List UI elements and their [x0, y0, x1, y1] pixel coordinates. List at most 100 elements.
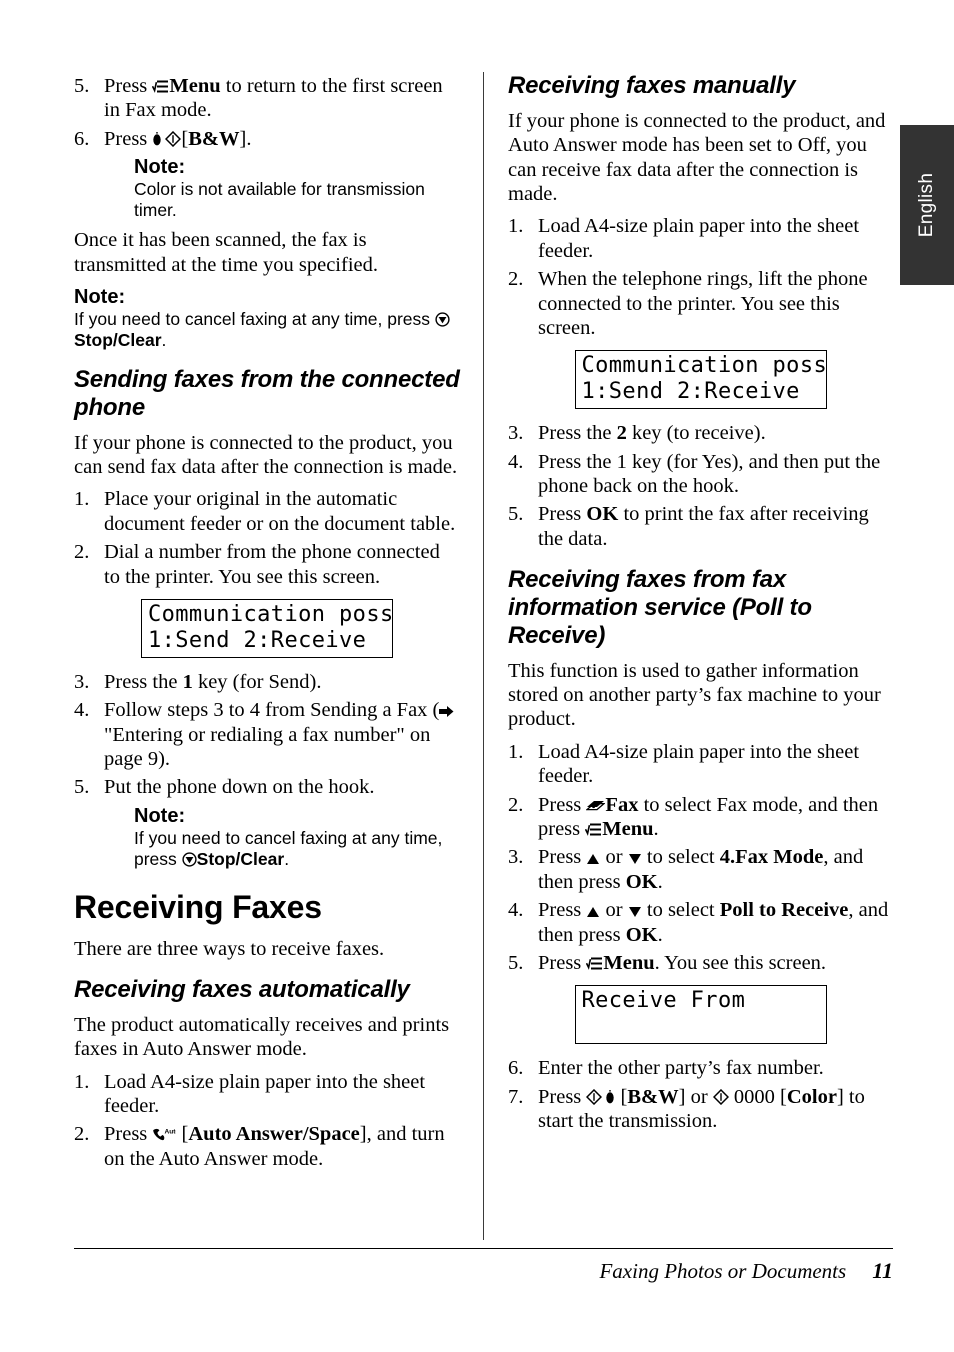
- list-item: 6. Enter the other party’s fax number.: [508, 1056, 893, 1080]
- note-body: Color is not available for transmission …: [134, 179, 425, 221]
- step-number: 4.: [508, 450, 524, 473]
- note-block: Note: Color is not available for transmi…: [134, 155, 460, 221]
- menu-icon: [152, 80, 169, 94]
- list-item: 4. Press the 1 key (for Yes), and then p…: [508, 450, 893, 499]
- step-number: 4.: [508, 899, 524, 922]
- step-number: 5.: [508, 503, 524, 526]
- step-number: 1.: [74, 1070, 90, 1093]
- note-body: If you need to cancel faxing at any time…: [74, 309, 460, 351]
- menu-icon: [585, 823, 602, 837]
- step-number: 2.: [74, 1123, 90, 1146]
- stop-clear-icon: [182, 852, 197, 867]
- arrow-right-icon: [439, 705, 454, 718]
- step-number: 5.: [74, 776, 90, 799]
- right-column: Receiving faxes manually If your phone i…: [508, 72, 893, 1139]
- step-text: Press Fax to select Fax mode, and then p…: [538, 793, 879, 841]
- step-text: Press or to select Poll to Receive, and …: [538, 899, 889, 946]
- language-tab-label: English: [916, 172, 937, 238]
- step-bold: Menu: [603, 951, 655, 974]
- step-bold: Poll to Receive: [719, 899, 849, 922]
- list-item: 5. Press Menu. You see this screen.: [508, 951, 893, 975]
- step-number: 6.: [508, 1057, 524, 1080]
- list-item: 4. Press or to select Poll to Receive, a…: [508, 898, 893, 947]
- stop-clear-icon: [435, 312, 450, 327]
- lcd-line-2: 1:Send 2:Receive: [581, 379, 800, 405]
- note-block: Note: If you need to cancel faxing at an…: [134, 804, 460, 870]
- steps-list-sending-connected: 1. Place your original in the automatic …: [74, 487, 460, 589]
- list-item: 5. Put the phone down on the hook. Note:…: [74, 775, 460, 869]
- svg-text:Auto: Auto: [165, 1129, 177, 1136]
- list-item: 2. Press Auto [Auto Answer/Space], and t…: [74, 1122, 460, 1171]
- page-number: 11: [872, 1258, 893, 1283]
- lcd-screen-communication-possible: Communication poss 1:Send 2:Receive: [574, 350, 827, 410]
- step-text: Load A4-size plain paper into the sheet …: [104, 1070, 426, 1118]
- step-text: Load A4-size plain paper into the sheet …: [538, 215, 860, 262]
- arrow-up-icon: [586, 906, 600, 918]
- list-item: 7. Press [B&W] or 0000 [Color] to start …: [508, 1085, 893, 1134]
- step-bold: OK: [625, 870, 658, 893]
- footer-section-title: Faxing Photos or Documents: [599, 1259, 847, 1283]
- step-text: Dial a number from the phone connected t…: [104, 541, 440, 588]
- step-text: Load A4-size plain paper into the sheet …: [538, 740, 860, 788]
- steps-list-transmission-timer: 5. Press Menu to return to the first scr…: [74, 74, 460, 221]
- list-item: 1. Load A4-size plain paper into the she…: [508, 740, 893, 789]
- step-bold: B&W: [627, 1085, 679, 1108]
- manual-page: English 5. Press Menu to return to the f…: [0, 0, 954, 1352]
- list-item: 1. Place your original in the automatic …: [74, 487, 460, 536]
- list-item: 1. Load A4-size plain paper into the she…: [508, 214, 893, 263]
- step-number: 5.: [508, 951, 524, 974]
- step-number: 4.: [74, 699, 90, 722]
- ink-drop-icon: [152, 131, 162, 147]
- step-bold: B&W: [188, 127, 240, 150]
- list-item: 2. Dial a number from the phone connecte…: [74, 540, 460, 589]
- note-bold: Stop/Clear: [74, 329, 162, 350]
- steps-list-sending-connected-cont: 3. Press the 1 key (for Send). 4. Follow…: [74, 670, 460, 870]
- footer: Faxing Photos or Documents 11: [74, 1258, 893, 1284]
- paragraph-if-phone-connected: If your phone is connected to the produc…: [74, 431, 458, 478]
- step-bold: OK: [586, 503, 619, 526]
- step-number: 2.: [508, 793, 524, 816]
- menu-icon: [586, 957, 603, 971]
- list-item: 4. Follow steps 3 to 4 from Sending a Fa…: [74, 698, 460, 771]
- step-number: 3.: [508, 422, 524, 445]
- step-number: 6.: [74, 127, 90, 150]
- step-bold: Auto Answer/Space: [188, 1123, 360, 1146]
- step-bold: OK: [625, 923, 658, 946]
- lcd-line-1: Communication poss: [581, 353, 827, 379]
- heading-poll-to-receive: Receiving faxes from fax information ser…: [508, 566, 812, 649]
- list-item: 5. Press Menu to return to the first scr…: [74, 74, 460, 123]
- step-text: Put the phone down on the hook.: [104, 776, 375, 799]
- step-text: Press [B&W].: [104, 127, 252, 150]
- step-text: Press the 1 key (for Yes), and then put …: [538, 450, 881, 498]
- step-text: Press OK to print the fax after receivin…: [538, 503, 869, 550]
- steps-list-receiving-manually: 1. Load A4-size plain paper into the she…: [508, 214, 893, 340]
- lcd-line-2: 1:Send 2:Receive: [148, 627, 367, 653]
- note-bold: Stop/Clear: [196, 848, 285, 869]
- step-text: Press Menu to return to the first screen…: [104, 75, 443, 122]
- paragraph-manual-intro: If your phone is connected to the produc…: [508, 109, 886, 205]
- lcd-screen-communication-possible: Communication poss 1:Send 2:Receive: [141, 598, 393, 658]
- step-bold: Color: [786, 1085, 837, 1108]
- steps-list-poll-to-receive: 1. Load A4-size plain paper into the she…: [508, 740, 893, 976]
- list-item: 5. Press OK to print the fax after recei…: [508, 502, 893, 551]
- left-column: 5. Press Menu to return to the first scr…: [74, 72, 460, 1177]
- language-tab: English: [900, 125, 954, 285]
- arrow-down-icon: [628, 906, 642, 918]
- list-item: 2. When the telephone rings, lift the ph…: [508, 267, 893, 340]
- step-number: 2.: [508, 268, 524, 291]
- step-text: Press Auto [Auto Answer/Space], and turn…: [104, 1123, 445, 1170]
- step-text: Enter the other party’s fax number.: [538, 1057, 824, 1080]
- ink-drop-icon: [605, 1089, 615, 1105]
- list-item: 2. Press Fax to select Fax mode, and the…: [508, 793, 893, 842]
- arrow-down-icon: [628, 853, 642, 865]
- step-number: 1.: [74, 488, 90, 511]
- step-bold: 4.Fax Mode: [719, 846, 824, 869]
- fax-mode-icon: [586, 798, 606, 813]
- step-number: 7.: [508, 1085, 524, 1108]
- steps-list-poll-to-receive-cont: 6. Enter the other party’s fax number. 7…: [508, 1056, 893, 1133]
- footer-divider: [74, 1248, 893, 1249]
- list-item: 1. Load A4-size plain paper into the she…: [74, 1070, 460, 1119]
- note-block: Note: If you need to cancel faxing at an…: [74, 285, 460, 351]
- start-diamond-icon: [712, 1088, 729, 1105]
- step-number: 2.: [74, 541, 90, 564]
